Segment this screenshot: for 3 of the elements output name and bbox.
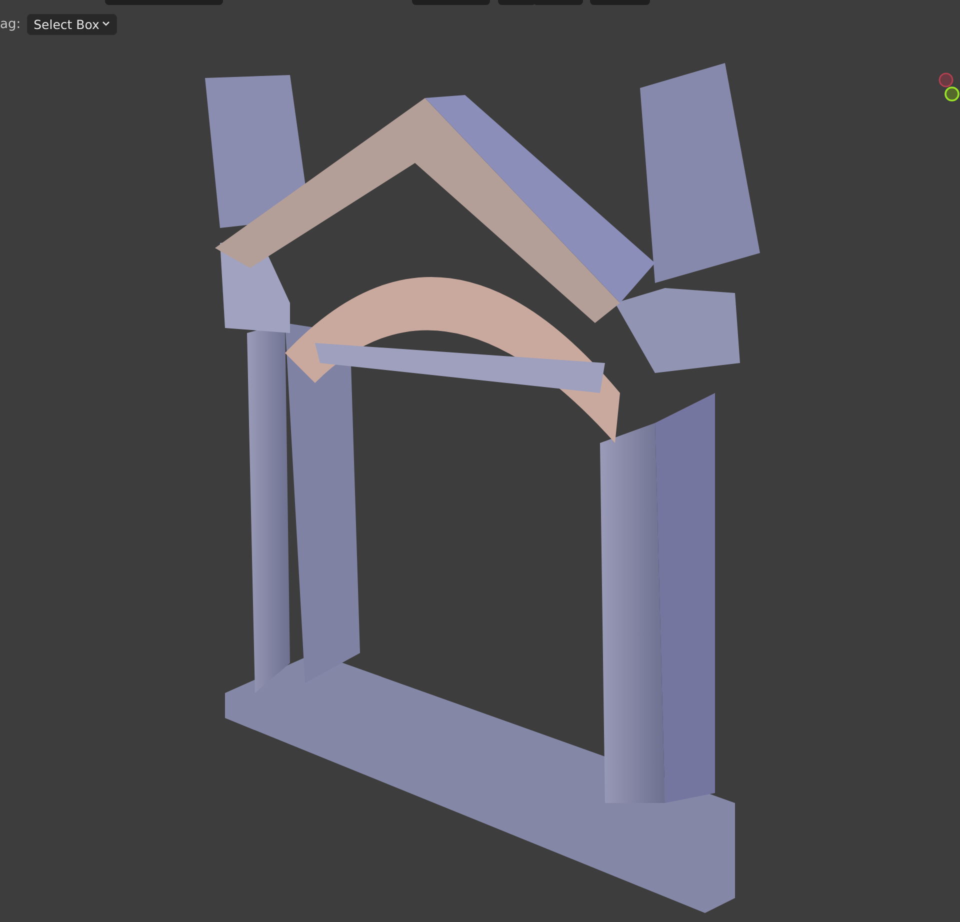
select-box-dropdown[interactable]: Select Box bbox=[26, 14, 118, 34]
chevron-down-icon bbox=[102, 21, 110, 27]
drag-label: ag: bbox=[0, 16, 21, 32]
